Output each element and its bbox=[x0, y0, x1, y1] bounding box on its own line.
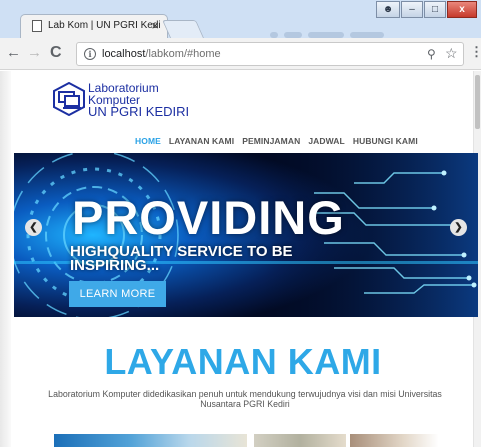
address-bar[interactable]: i localhost/labkom/#home ⚲ ☆ bbox=[76, 42, 464, 66]
info-icon[interactable]: i bbox=[84, 48, 96, 60]
browser-titlebar: Lab Kom | UN PGRI Kediri × ☻ – □ x bbox=[0, 0, 481, 38]
browser-toolbar: ← → C i localhost/labkom/#home ⚲ ☆ ⋮ bbox=[0, 38, 481, 70]
services-heading: LAYANAN KAMI bbox=[104, 341, 382, 382]
hero-title: PROVIDING bbox=[72, 191, 345, 244]
url-text[interactable]: localhost/labkom/#home bbox=[102, 48, 221, 60]
tab-close-icon[interactable]: × bbox=[151, 18, 159, 34]
page-icon bbox=[32, 20, 42, 32]
maximize-button[interactable]: □ bbox=[424, 1, 446, 18]
nav-hubungi-kami[interactable]: HUBUNGI KAMI bbox=[353, 136, 418, 146]
close-window-button[interactable]: x bbox=[447, 1, 477, 18]
blurred-extension-text bbox=[270, 25, 420, 38]
nav-home[interactable]: HOME bbox=[135, 136, 161, 146]
forward-icon[interactable]: → bbox=[27, 45, 42, 61]
main-navigation: HOME LAYANAN KAMI PEMINJAMAN JADWAL HUBU… bbox=[135, 136, 426, 146]
nav-jadwal[interactable]: JADWAL bbox=[308, 136, 345, 146]
back-icon[interactable]: ← bbox=[6, 45, 21, 61]
star-icon[interactable]: ☆ bbox=[445, 45, 458, 62]
service-image-3 bbox=[350, 434, 438, 447]
page-left-shadow bbox=[0, 71, 11, 447]
computer-logo-icon bbox=[53, 81, 85, 117]
carousel-prev-icon[interactable]: ❮ bbox=[25, 219, 42, 236]
zoom-icon[interactable]: ⚲ bbox=[427, 47, 436, 61]
service-image-2 bbox=[254, 434, 346, 447]
site-logo[interactable]: Laboratorium Komputer UN PGRI KEDIRI bbox=[52, 81, 189, 121]
menu-icon[interactable]: ⋮ bbox=[470, 44, 481, 60]
service-image-1 bbox=[54, 434, 247, 447]
nav-peminjaman[interactable]: PEMINJAMAN bbox=[242, 136, 300, 146]
tab-title: Lab Kom | UN PGRI Kediri bbox=[48, 20, 160, 31]
new-tab-button[interactable] bbox=[161, 20, 205, 38]
hero-carousel[interactable]: PROVIDING HIGHQUALITY SERVICE TO BE INSP… bbox=[14, 153, 478, 317]
user-icon[interactable]: ☻ bbox=[376, 1, 400, 18]
carousel-next-icon[interactable]: ❯ bbox=[450, 219, 467, 236]
window-controls: ☻ – □ x bbox=[375, 1, 477, 18]
hero-subtitle: HIGHQUALITY SERVICE TO BE INSPIRING... bbox=[70, 243, 293, 274]
services-description: Laboratorium Komputer didedikasikan penu… bbox=[48, 389, 442, 409]
browser-tab[interactable]: Lab Kom | UN PGRI Kediri × bbox=[20, 14, 168, 38]
nav-layanan-kami[interactable]: LAYANAN KAMI bbox=[169, 136, 234, 146]
reload-icon[interactable]: C bbox=[50, 45, 62, 61]
scroll-thumb[interactable] bbox=[475, 75, 480, 129]
minimize-button[interactable]: – bbox=[401, 1, 423, 18]
learn-more-button[interactable]: LEARN MORE bbox=[69, 281, 166, 307]
logo-text: Laboratorium Komputer UN PGRI KEDIRI bbox=[88, 81, 190, 119]
